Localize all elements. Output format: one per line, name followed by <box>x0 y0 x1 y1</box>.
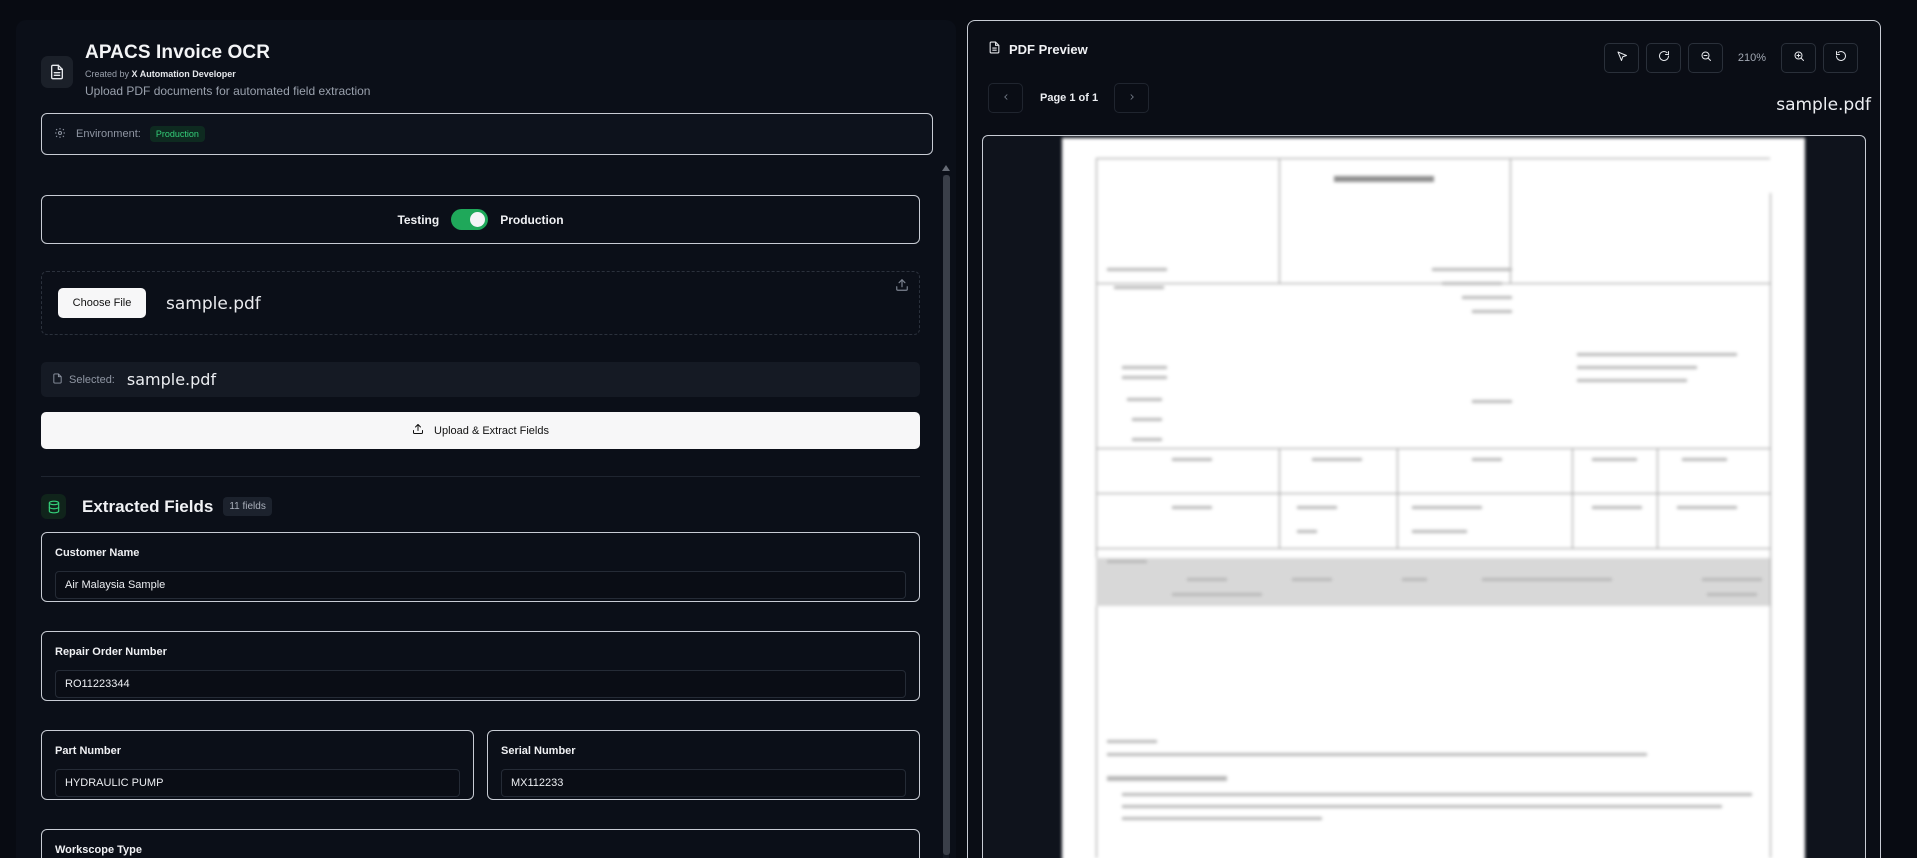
extracted-fields-header: Extracted Fields 11 fields <box>41 494 272 519</box>
created-prefix: Created by <box>85 69 130 79</box>
reset-view-button[interactable] <box>1823 43 1858 73</box>
upload-icon <box>895 278 909 297</box>
page-navigation: Page 1 of 1 <box>988 83 1150 113</box>
selected-file-bar: Selected: sample.pdf <box>41 362 920 397</box>
pdf-toolbar: 210% <box>1604 43 1858 73</box>
app-title: APACS Invoice OCR <box>85 42 271 63</box>
environment-bar: Environment: Production <box>41 113 933 155</box>
pdf-viewer[interactable] <box>982 135 1866 858</box>
field-input-repair-order-number[interactable]: RO11223344 <box>55 670 906 698</box>
upload-extract-label: Upload & Extract Fields <box>434 424 549 437</box>
rotate-icon <box>1658 49 1670 67</box>
file-icon <box>52 372 63 387</box>
pdf-preview-header: PDF Preview <box>988 41 1088 57</box>
scrollbar-thumb[interactable] <box>943 175 950 855</box>
created-by-name: X Automation Developer <box>131 69 236 79</box>
zoom-in-icon <box>1793 49 1805 67</box>
gear-icon <box>54 127 66 142</box>
fields-count-badge: 11 fields <box>223 497 272 516</box>
pdf-file-name: sample.pdf <box>1776 95 1871 115</box>
next-page-button[interactable] <box>1114 83 1150 113</box>
divider <box>41 476 920 477</box>
choose-file-button[interactable]: Choose File <box>58 288 146 318</box>
field-card-customer-name: Customer Name Air Malaysia Sample <box>41 532 920 602</box>
field-label: Customer Name <box>55 547 140 559</box>
reset-icon <box>1835 49 1847 67</box>
switch-knob <box>470 212 486 227</box>
field-label: Serial Number <box>501 745 576 757</box>
upload-extract-button[interactable]: Upload & Extract Fields <box>41 412 920 449</box>
upload-icon <box>412 423 424 438</box>
zoom-in-button[interactable] <box>1781 43 1816 73</box>
app-root: APACS Invoice OCR Created by X Automatio… <box>0 0 1917 858</box>
field-label: Part Number <box>55 745 122 757</box>
left-panel: APACS Invoice OCR Created by X Automatio… <box>16 20 956 858</box>
pdf-preview-panel: PDF Preview 210% Page 1 of 1 sample.pdf <box>967 20 1881 858</box>
created-by: Created by X Automation Developer <box>85 69 370 79</box>
mode-label-production: Production <box>500 212 564 227</box>
cursor-icon <box>1616 49 1628 67</box>
extracted-fields-title: Extracted Fields <box>82 496 214 516</box>
chevron-right-icon <box>1127 89 1137 107</box>
pdf-preview-title: PDF Preview <box>1009 41 1088 57</box>
chevron-left-icon <box>1001 89 1011 107</box>
environment-label: Environment: <box>76 128 141 140</box>
scroll-up-arrow[interactable] <box>942 165 950 171</box>
page-indicator: Page 1 of 1 <box>1040 92 1099 104</box>
mode-toggle-box: Testing Production <box>41 195 920 244</box>
mode-switch[interactable] <box>451 209 489 230</box>
field-card-workscope-type: Workscope Type <box>41 829 920 858</box>
document-icon <box>988 41 1001 57</box>
selected-label: Selected: <box>69 373 115 386</box>
chosen-file-name: sample.pdf <box>166 294 261 314</box>
zoom-out-button[interactable] <box>1688 43 1723 73</box>
app-subtitle: Upload PDF documents for automated field… <box>85 84 371 98</box>
field-card-serial-number: Serial Number MX112233 <box>487 730 920 800</box>
scrollbar[interactable] <box>941 165 951 858</box>
environment-badge: Production <box>149 126 205 142</box>
select-tool-button[interactable] <box>1604 43 1639 73</box>
pdf-page-image <box>1062 138 1805 858</box>
prev-page-button[interactable] <box>988 83 1023 113</box>
field-input-serial-number[interactable]: MX112233 <box>501 769 906 797</box>
zoom-level: 210% <box>1737 52 1767 64</box>
field-label: Workscope Type <box>55 844 143 856</box>
field-card-part-number: Part Number HYDRAULIC PUMP <box>41 730 474 800</box>
field-input-part-number[interactable]: HYDRAULIC PUMP <box>55 769 460 797</box>
field-input-customer-name[interactable]: Air Malaysia Sample <box>55 571 906 599</box>
database-icon <box>41 494 66 519</box>
mode-label-testing: Testing <box>397 212 440 227</box>
upload-dropzone[interactable]: Choose File sample.pdf <box>41 271 920 335</box>
field-card-repair-order-number: Repair Order Number RO11223344 <box>41 631 920 701</box>
selected-file-value: sample.pdf <box>126 370 217 389</box>
rotate-button[interactable] <box>1646 43 1681 73</box>
document-icon <box>41 56 73 88</box>
scroll-area[interactable]: Testing Production Choose File sample.pd… <box>16 165 956 858</box>
field-label: Repair Order Number <box>55 646 167 658</box>
zoom-out-icon <box>1700 49 1712 67</box>
